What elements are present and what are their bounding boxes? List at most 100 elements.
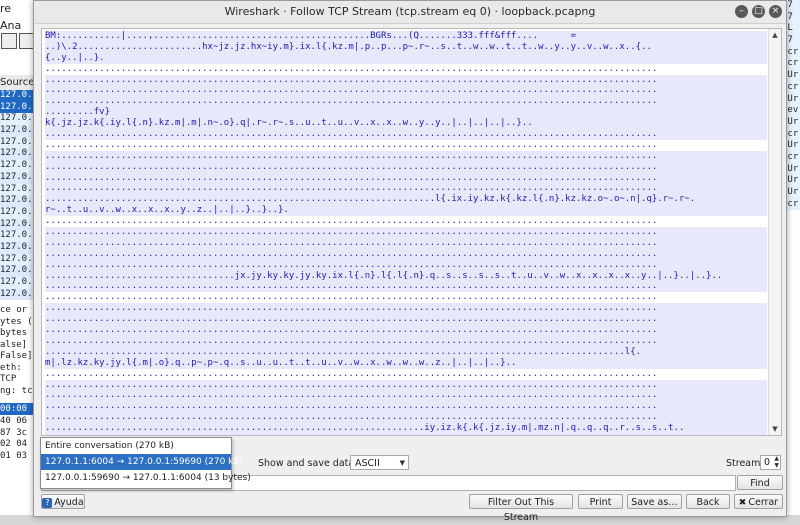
- stream-line: ........................................…: [45, 85, 767, 97]
- packet-row[interactable]: 127.0.1: [0, 195, 36, 207]
- stream-line: ........................................…: [45, 412, 767, 424]
- stream-number-value: 0: [764, 457, 771, 468]
- detail-line[interactable]: eth:: [0, 363, 36, 375]
- stream-line: ........................................…: [45, 63, 767, 75]
- main-window-left-strip: re Ana Source 127.0.0 127.0.0 127.0.0 127.0…: [0, 0, 36, 515]
- back-button[interactable]: Back: [686, 494, 730, 509]
- stream-line: ........................................…: [45, 183, 767, 195]
- packet-row[interactable]: 127.0.0: [0, 113, 36, 126]
- show-save-select[interactable]: ASCII ▼: [350, 455, 409, 470]
- print-button[interactable]: Print: [578, 494, 623, 509]
- detail-line[interactable]: bytes: [0, 328, 36, 340]
- stream-line: r~..t..u..v..w..x..x..x..y..z..|..|..}..…: [45, 205, 767, 217]
- detail-line[interactable]: ng: tc: [0, 386, 36, 398]
- stream-line: ........................................…: [45, 139, 767, 151]
- packet-row[interactable]: 127.0.0: [0, 101, 36, 114]
- packet-row[interactable]: 127.0.1: [0, 241, 36, 254]
- stream-line: ........................................…: [45, 335, 767, 347]
- stream-line: ........................................…: [45, 227, 767, 238]
- packet-row[interactable]: 127.0.1: [0, 218, 36, 231]
- close-icon[interactable]: ×: [769, 5, 782, 18]
- packet-details: ce or ytes (5 bytes alse] False] eth: TCP ng: t…: [0, 305, 36, 397]
- scroll-up-icon[interactable]: ▲: [770, 30, 780, 40]
- stream-number-spinbox[interactable]: 0 ▲ ▼: [760, 455, 781, 470]
- stream-line: BM:...........|....,....................…: [45, 31, 767, 42]
- menu-item-file[interactable]: re: [0, 2, 11, 15]
- stream-line: k{.jz.jz.k{.iy.l{.n}.kz.m|.m|.n~.o}.q|.r…: [45, 118, 767, 130]
- packet-row[interactable]: 127.0.1: [0, 277, 36, 289]
- stream-line: ........................................…: [45, 379, 767, 391]
- stream-line: ........................................…: [45, 237, 767, 249]
- stream-text[interactable]: BM:...........|....,....................…: [45, 31, 767, 435]
- stream-line: ........................................…: [45, 303, 767, 315]
- packet-row[interactable]: 127.0.1: [0, 183, 36, 196]
- packet-row[interactable]: 127.0.1: [0, 160, 36, 172]
- minimize-icon[interactable]: –: [735, 5, 748, 18]
- dialog-title: Wireshark · Follow TCP Stream (tcp.strea…: [224, 5, 596, 18]
- packet-row[interactable]: 127.0.1: [0, 230, 36, 242]
- stream-line: ..)\.2.......................hx~jz.jz.hx…: [45, 41, 767, 53]
- stream-line: ........................................…: [45, 216, 767, 228]
- detail-line[interactable]: TCP: [0, 374, 36, 386]
- detail-line[interactable]: alse]: [0, 340, 36, 352]
- stream-line: ........................................…: [45, 129, 767, 140]
- stream-line: ........................................…: [45, 314, 767, 326]
- detail-line[interactable]: False]: [0, 351, 36, 363]
- packet-list: 127.0.0 127.0.0 127.0.0 127.0.1 127.0.1 127.0…: [0, 90, 36, 301]
- menu-bar: re Ana: [0, 0, 36, 32]
- hex-line[interactable]: 01 03: [0, 451, 36, 463]
- save-as-button[interactable]: Save as…: [627, 494, 682, 509]
- stream-line: ........................................…: [45, 292, 767, 304]
- help-button[interactable]: ? Ayuda: [41, 494, 85, 509]
- packet-row[interactable]: 127.0.1: [0, 136, 36, 149]
- packet-row[interactable]: 127.0.0: [0, 206, 36, 219]
- stream-line: ........................................…: [45, 161, 767, 173]
- spin-arrows-icon[interactable]: ▲ ▼: [774, 455, 779, 469]
- stream-line: ........................................…: [45, 74, 767, 86]
- packet-row[interactable]: 127.0.1: [0, 253, 36, 266]
- stream-line: .........fv}: [45, 107, 767, 119]
- menu-item-analyze[interactable]: Ana: [0, 19, 21, 32]
- find-next-button[interactable]: Find Next: [737, 475, 783, 504]
- conversation-option[interactable]: 127.0.1.1:6004 → 127.0.0.1:59690 (270 kB…: [41, 454, 243, 470]
- stream-line: ........................................…: [45, 194, 767, 206]
- packet-row[interactable]: 127.0.1: [0, 288, 36, 301]
- stream-line: u..u..u..v..w..x..x..y..: [45, 433, 767, 435]
- hex-selected-row[interactable]: 00:00: [0, 403, 36, 415]
- packet-row[interactable]: 127.0.1: [0, 148, 36, 161]
- vertical-scrollbar[interactable]: ▲ ▼: [768, 29, 781, 435]
- stream-line: ........................................…: [45, 325, 767, 336]
- conversation-option[interactable]: 127.0.0.1:59690 → 127.0.1.1:6004 (13 byt…: [41, 470, 251, 486]
- hex-line[interactable]: 40 06: [0, 416, 36, 428]
- packet-row[interactable]: 127.0.1: [0, 125, 36, 137]
- stream-line: ........................................…: [45, 96, 767, 108]
- packet-row[interactable]: 127.0.1: [0, 171, 36, 184]
- chevron-down-icon: ▼: [399, 459, 405, 467]
- close-x-icon: ✖: [738, 498, 747, 508]
- detail-line[interactable]: ytes (5: [0, 317, 36, 329]
- packet-row[interactable]: 127.0.0: [0, 90, 36, 102]
- conversation-dropdown-list[interactable]: Entire conversation (270 kB) 127.0.1.1:60…: [40, 437, 251, 489]
- stream-line: ........................................…: [45, 281, 767, 293]
- stream-line: m|.lz.kz.ky.jy.l{.m|.o}.q..p~.p~.q..s..u…: [45, 357, 767, 369]
- hex-line[interactable]: 87 3c: [0, 428, 36, 440]
- conversation-option[interactable]: Entire conversation (270 kB): [41, 438, 231, 454]
- help-icon: ?: [42, 498, 53, 508]
- stream-line: ........................................…: [45, 368, 767, 380]
- stream-line: ........................................…: [45, 259, 767, 271]
- stream-content-area[interactable]: BM:...........|....,....................…: [41, 28, 782, 436]
- dialog-titlebar: Wireshark · Follow TCP Stream (tcp.strea…: [34, 1, 786, 24]
- packet-list-source-header[interactable]: Source: [0, 75, 36, 91]
- stream-line: ........................................…: [45, 390, 767, 402]
- close-button[interactable]: ✖ Cerrar: [734, 494, 783, 509]
- packet-row[interactable]: 127.0.1: [0, 265, 36, 277]
- maximize-icon[interactable]: □: [752, 5, 765, 18]
- scroll-down-icon[interactable]: ▼: [770, 424, 780, 434]
- detail-line[interactable]: ce or: [0, 305, 36, 317]
- hex-line[interactable]: 02 04: [0, 439, 36, 451]
- close-capture-icon[interactable]: [1, 33, 17, 49]
- stream-label: Stream: [726, 458, 761, 469]
- stream-line: ........................................…: [45, 346, 767, 358]
- filter-out-button[interactable]: Filter Out This Stream: [469, 494, 573, 523]
- stream-line: ........................................…: [45, 401, 767, 413]
